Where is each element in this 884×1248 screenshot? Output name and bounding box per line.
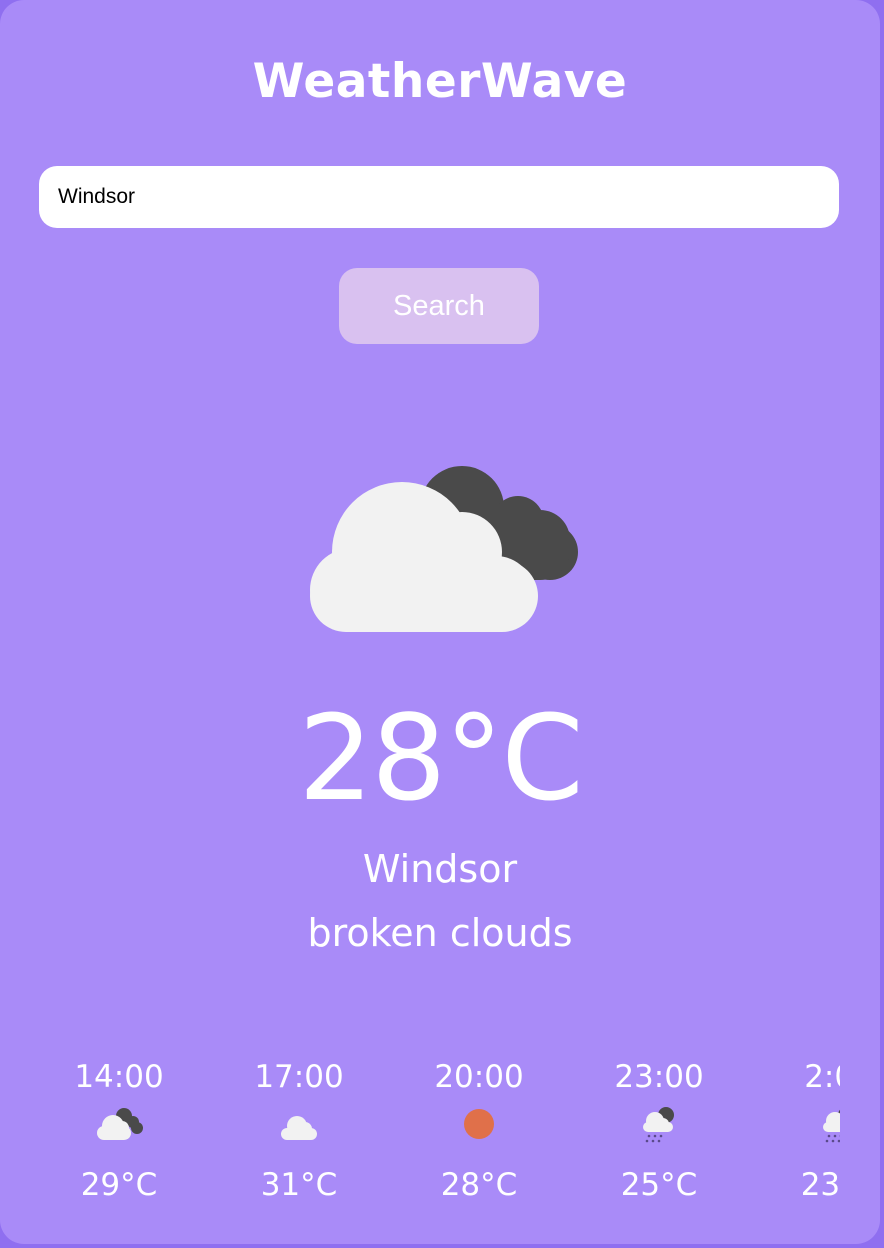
city-name: Windsor <box>362 847 518 891</box>
broken-clouds-icon <box>310 466 578 632</box>
forecast-temp: 29°C <box>80 1167 158 1203</box>
forecast-temp: 23°C <box>800 1167 840 1203</box>
forecast-time: 17:00 <box>254 1059 344 1095</box>
app-title: WeatherWave <box>252 54 628 109</box>
hourly-forecast: 14:00 29°C 17:00 31°C 20:00 28°C 23:00 2… <box>0 1050 840 1220</box>
forecast-temp: 28°C <box>440 1167 518 1203</box>
forecast-time: 20:00 <box>434 1059 524 1095</box>
rain-cloud-icon <box>643 1107 674 1143</box>
broken-clouds-icon <box>97 1108 143 1140</box>
forecast-time: 2:00 <box>804 1059 840 1095</box>
forecast-time: 14:00 <box>74 1059 164 1095</box>
sun-icon <box>464 1109 494 1139</box>
rain-cloud-icon <box>823 1109 840 1143</box>
forecast-temp: 31°C <box>260 1167 338 1203</box>
weather-description: broken clouds <box>307 911 573 955</box>
search-input[interactable] <box>39 166 839 228</box>
weather-card: WeatherWave Search 28°C Windsor broken c… <box>0 0 880 1244</box>
cloud-icon <box>281 1116 317 1140</box>
forecast-temp: 25°C <box>620 1167 698 1203</box>
search-button[interactable]: Search <box>339 268 539 344</box>
current-temperature: 28°C <box>298 689 584 827</box>
forecast-time: 23:00 <box>614 1059 704 1095</box>
